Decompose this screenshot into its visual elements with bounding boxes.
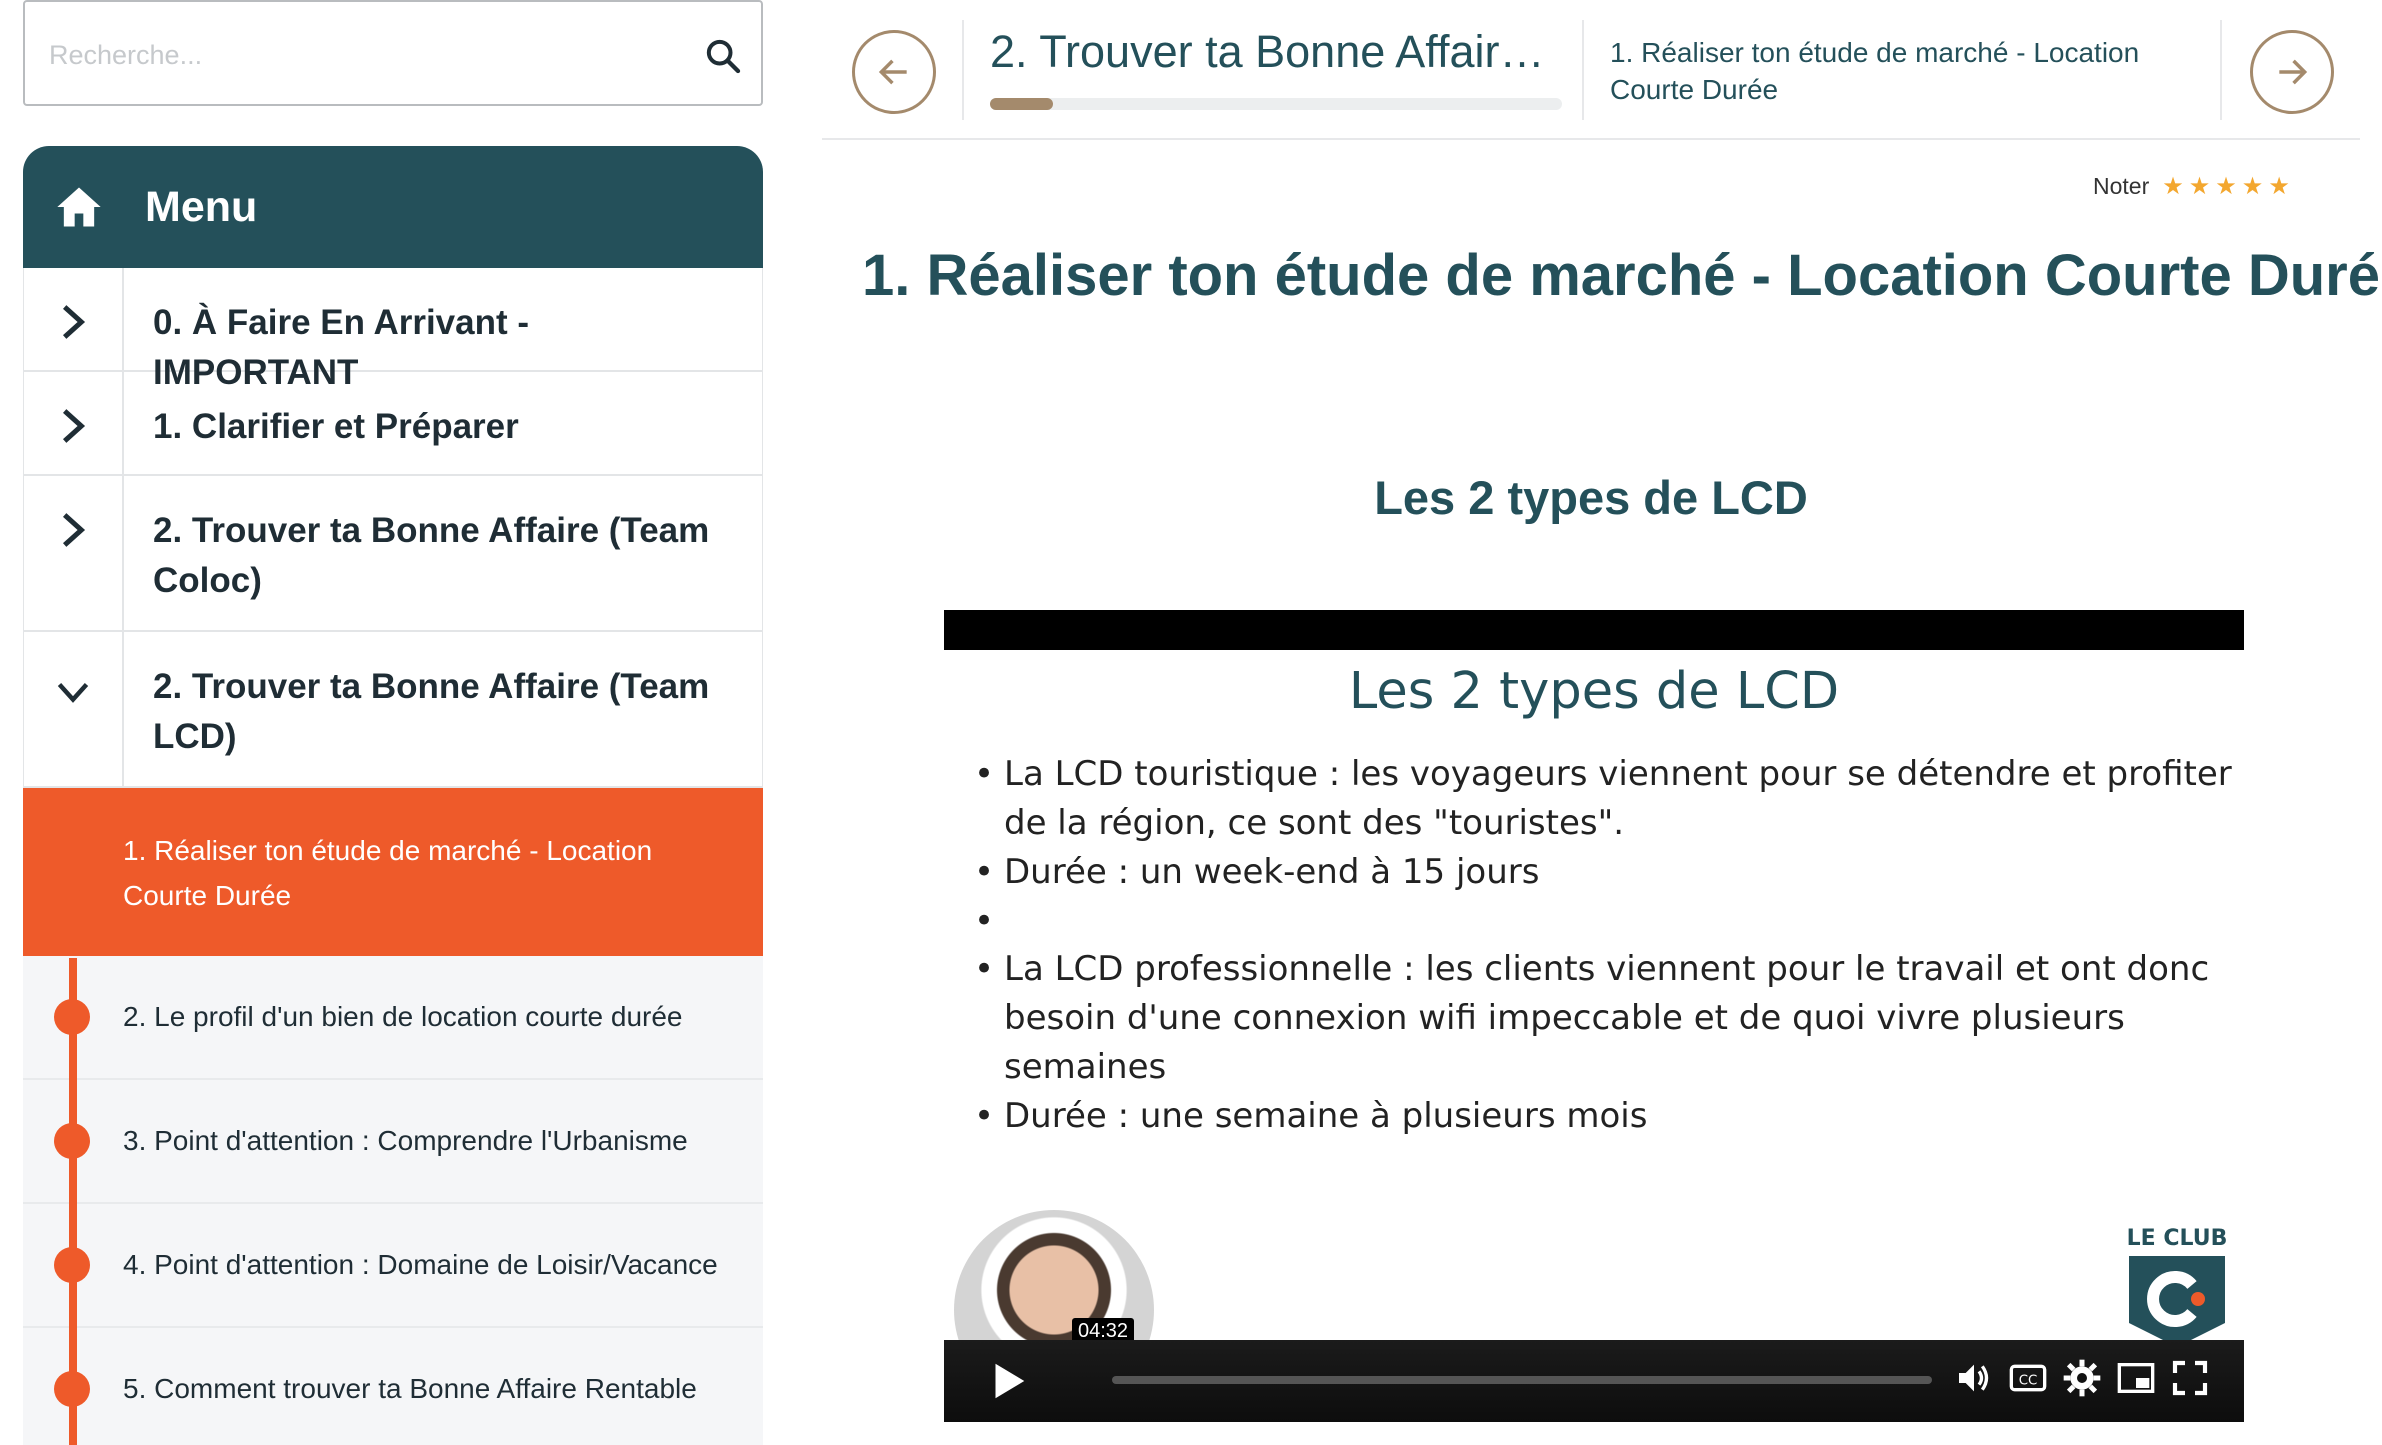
course-sidebar: Menu 0. À Faire En Arrivant - IMPORTANT …	[23, 146, 763, 1445]
search-box	[23, 0, 763, 106]
sidebar-lesson-active[interactable]: 1. Réaliser ton étude de marché - Locati…	[23, 788, 763, 956]
video-top-bar	[944, 610, 2244, 650]
video-player[interactable]: Les 2 types de LCD La LCD touristique : …	[944, 610, 2244, 1422]
chevron-down-icon	[57, 682, 89, 703]
slide-bullet: Durée : un week-end à 15 jours	[974, 848, 2234, 897]
lesson-subheading: Les 2 types de LCD	[1374, 471, 1808, 524]
lesson-label: 1. Réaliser ton étude de marché - Locati…	[123, 835, 653, 911]
divider	[2220, 20, 2222, 120]
menu-title: Menu	[145, 182, 258, 231]
lesson-label: 3. Point d'attention : Comprendre l'Urba…	[123, 1125, 688, 1156]
star-icon[interactable]: ★	[2215, 172, 2237, 201]
chevron-right-icon	[62, 513, 86, 547]
fullscreen-icon[interactable]	[2170, 1358, 2210, 1398]
lesson-timeline	[69, 958, 77, 1445]
bullet-spacer	[974, 897, 2234, 946]
video-scrubber[interactable]	[1112, 1376, 1932, 1384]
sidebar-section-clarifier[interactable]: 1. Clarifier et Préparer	[23, 372, 763, 476]
picture-in-picture-icon[interactable]	[2116, 1358, 2156, 1398]
lesson-label: 5. Comment trouver ta Bonne Affaire Rent…	[123, 1373, 697, 1404]
sidebar-section-label: 2. Trouver ta Bonne Affaire (Team LCD)	[153, 667, 710, 756]
arrow-left-icon	[878, 59, 907, 85]
sidebar-section-label: 1. Clarifier et Préparer	[153, 407, 519, 446]
divider	[962, 20, 964, 120]
divider	[1582, 20, 1584, 120]
sidebar-section-label: 0. À Faire En Arrivant - IMPORTANT	[153, 303, 530, 392]
progress-fill	[990, 98, 1053, 110]
chevron-right-icon	[62, 409, 86, 443]
section-progress-bar	[990, 98, 1562, 110]
sidebar-section-label: 2. Trouver ta Bonne Affaire (Team Coloc)	[153, 511, 710, 600]
logo-text: LE CLUB	[2126, 1226, 2228, 1251]
home-icon	[57, 187, 101, 227]
slide-bullet: Durée : une semaine à plusieurs mois	[974, 1092, 2234, 1141]
sidebar-section-lcd[interactable]: 2. Trouver ta Bonne Affaire (Team LCD)	[23, 632, 763, 788]
sidebar-lesson[interactable]: 4. Point d'attention : Domaine de Loisir…	[23, 1204, 763, 1328]
rating-widget: Noter ★ ★ ★ ★ ★	[2093, 172, 2290, 201]
search-input[interactable]	[49, 32, 689, 78]
club-logo: LE CLUB	[2124, 1226, 2230, 1356]
slide-bullet: La LCD professionnelle : les clients vie…	[974, 945, 2234, 1092]
volume-icon[interactable]	[1954, 1358, 1994, 1398]
rating-label: Noter	[2093, 173, 2150, 199]
star-icon[interactable]: ★	[2242, 172, 2264, 201]
previous-lesson-button[interactable]	[852, 30, 936, 114]
menu-header[interactable]: Menu	[23, 146, 763, 268]
lesson-label: 4. Point d'attention : Domaine de Loisir…	[123, 1249, 718, 1280]
sidebar-section-arrival[interactable]: 0. À Faire En Arrivant - IMPORTANT	[23, 268, 763, 392]
sidebar-lesson[interactable]: 3. Point d'attention : Comprendre l'Urba…	[23, 1080, 763, 1204]
lesson-label: 2. Le profil d'un bien de location court…	[123, 1001, 683, 1032]
svg-text:CC: CC	[2019, 1374, 2038, 1389]
star-icon[interactable]: ★	[2189, 172, 2211, 201]
settings-gear-icon[interactable]	[2062, 1358, 2102, 1398]
logo-badge-icon	[2129, 1256, 2225, 1347]
sidebar-lesson[interactable]: 2. Le profil d'un bien de location court…	[23, 956, 763, 1080]
search-icon[interactable]	[703, 36, 743, 76]
section-title: 2. Trouver ta Bonne Affaire (Team LCD)	[990, 26, 1550, 77]
star-icon[interactable]: ★	[2162, 172, 2184, 201]
slide-bullets: La LCD touristique : les voyageurs vienn…	[974, 750, 2234, 1141]
current-lesson-title: 1. Réaliser ton étude de marché - Locati…	[1610, 37, 2140, 105]
slide-title: Les 2 types de LCD	[1348, 662, 1840, 721]
slide-bullet: La LCD touristique : les voyageurs vienn…	[974, 750, 2234, 848]
closed-captions-icon[interactable]: CC	[2008, 1358, 2048, 1398]
lesson-navbar: 2. Trouver ta Bonne Affaire (Team LCD) 1…	[822, 0, 2360, 140]
star-icon[interactable]: ★	[2268, 172, 2290, 201]
next-lesson-button[interactable]	[2250, 30, 2334, 114]
play-icon[interactable]	[984, 1358, 1030, 1404]
arrow-right-icon	[2279, 59, 2308, 85]
sidebar-lesson[interactable]: 5. Comment trouver ta Bonne Affaire Rent…	[23, 1328, 763, 1445]
sidebar-section-coloc[interactable]: 2. Trouver ta Bonne Affaire (Team Coloc)	[23, 476, 763, 632]
lesson-heading: 1. Réaliser ton étude de marché - Locati…	[862, 243, 2382, 308]
video-controls: CC	[944, 1340, 2244, 1422]
chevron-right-icon	[62, 305, 86, 339]
